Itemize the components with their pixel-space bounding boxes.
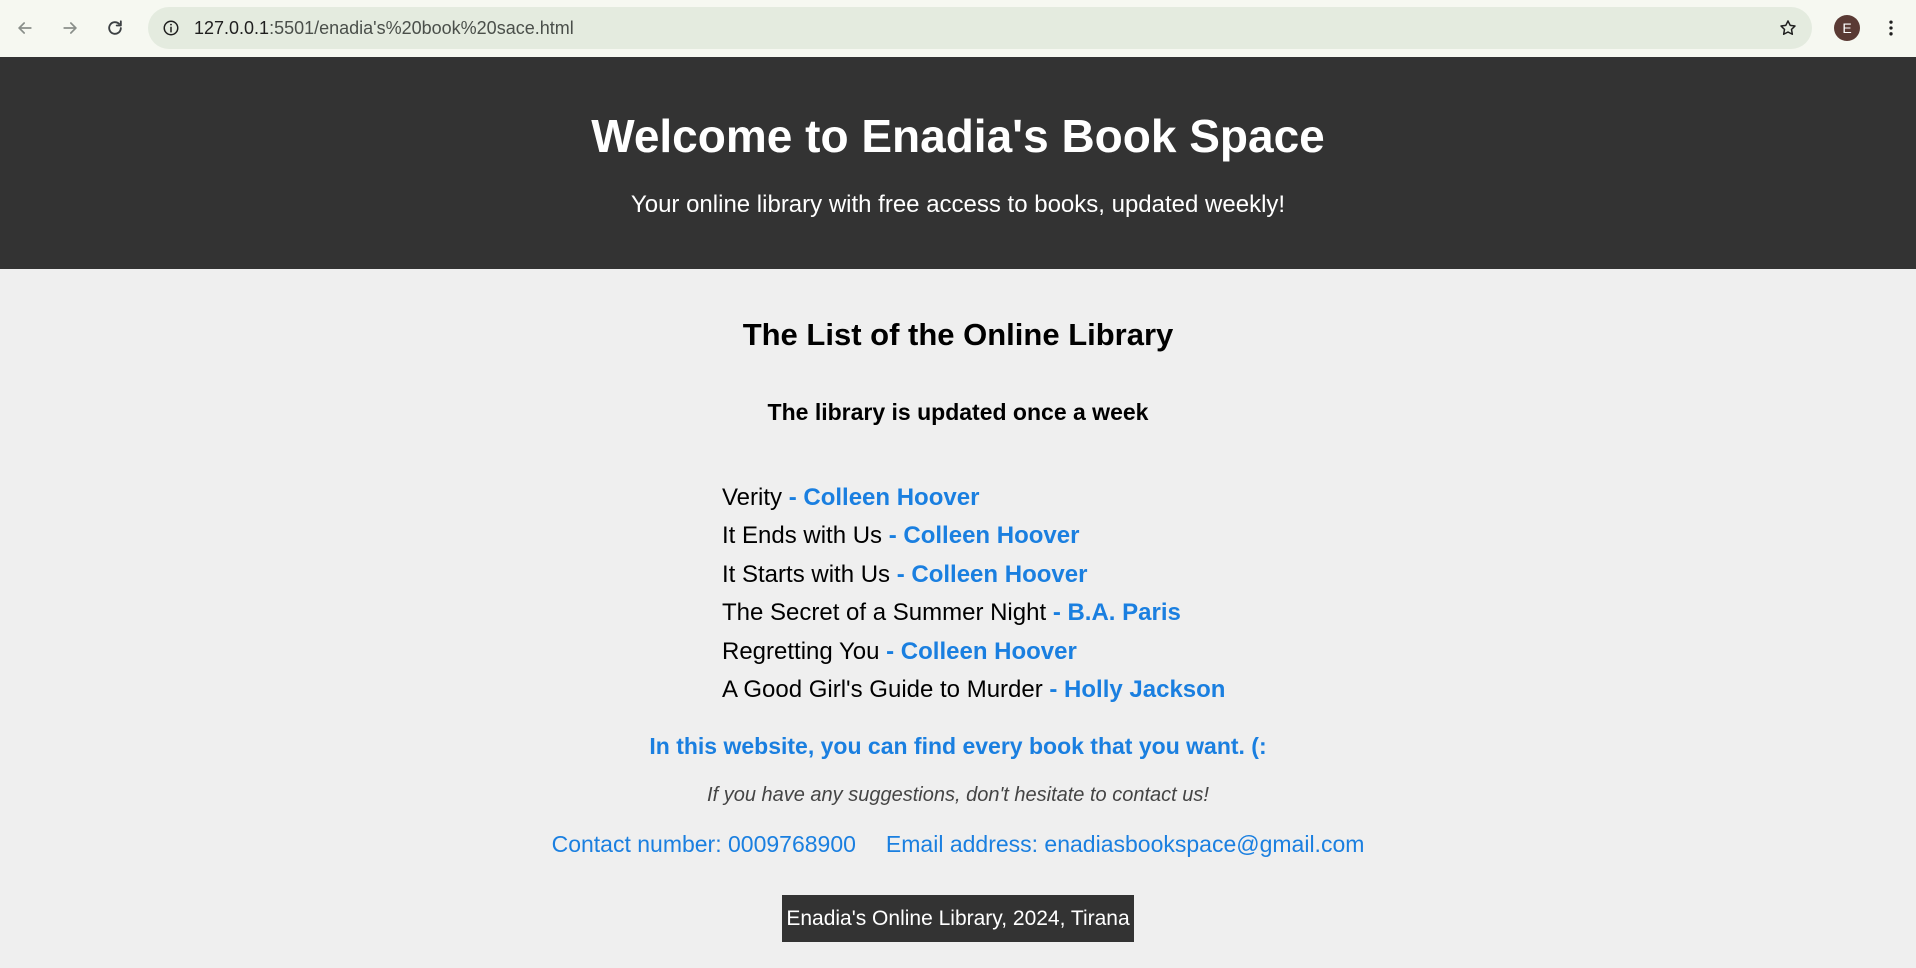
book-item: Verity - Colleen Hoover (722, 479, 1225, 517)
tagline: In this website, you can find every book… (649, 733, 1267, 759)
browser-toolbar: 127.0.0.1:5501/enadia's%20book%20sace.ht… (0, 0, 1916, 57)
address-bar[interactable]: 127.0.0.1:5501/enadia's%20book%20sace.ht… (148, 7, 1812, 49)
page-subtitle: Your online library with free access to … (630, 191, 1286, 218)
page-footer: Enadia's Online Library, 2024, Tirana (782, 895, 1134, 942)
book-item: Regretting You - Colleen Hoover (722, 633, 1225, 671)
book-title: A Good Girl's Guide to Murder (722, 675, 1043, 703)
book-author: - Colleen Hoover (896, 560, 1088, 588)
site-header: Welcome to Enadia's Book Space Your onli… (0, 57, 1916, 269)
url-host: 127.0.0.1 (194, 18, 270, 38)
reload-icon[interactable] (99, 12, 131, 44)
book-title: The Secret of a Summer Night (722, 599, 1047, 627)
library-list-heading: The List of the Online Library (742, 317, 1174, 352)
book-author: - Colleen Hoover (886, 637, 1077, 665)
kebab-menu-icon[interactable] (1877, 14, 1905, 42)
book-author: - Holly Jackson (1049, 675, 1226, 703)
url-path: :5501/enadia's%20book%20sace.html (269, 18, 574, 38)
book-item: A Good Girl's Guide to Murder - Holly Ja… (722, 671, 1225, 709)
book-author: - B.A. Paris (1052, 599, 1181, 627)
main-content: The List of the Online Library The libra… (0, 269, 1916, 968)
book-title: It Starts with Us (722, 560, 891, 588)
update-note: The library is updated once a week (767, 399, 1149, 425)
contact-info: Contact number: 0009768900 Email address:… (0, 833, 1916, 856)
book-title: Regretting You (722, 637, 880, 665)
book-item: It Ends with Us - Colleen Hoover (722, 517, 1225, 555)
book-author: - Colleen Hoover (888, 522, 1080, 550)
url-text[interactable]: 127.0.0.1:5501/enadia's%20book%20sace.ht… (194, 18, 574, 39)
book-title: It Ends with Us (722, 522, 883, 550)
page-title: Welcome to Enadia's Book Space (591, 110, 1325, 162)
star-icon[interactable] (1776, 16, 1800, 40)
book-title: Verity (722, 484, 783, 511)
book-list: Verity - Colleen Hoover It Ends with Us … (722, 479, 1225, 709)
book-item: It Starts with Us - Colleen Hoover (722, 556, 1225, 594)
book-author: - Colleen Hoover (788, 484, 980, 511)
arrow-left-icon[interactable] (9, 12, 41, 44)
book-item: The Secret of a Summer Night - B.A. Pari… (722, 594, 1225, 632)
contact-number: Contact number: 0009768900 (551, 831, 856, 857)
info-icon[interactable] (160, 17, 182, 39)
profile-avatar[interactable]: E (1834, 15, 1860, 41)
suggestion-text: If you have any suggestions, don't hesit… (707, 784, 1209, 806)
email-address: Email address: enadiasbookspace@gmail.co… (885, 831, 1365, 857)
arrow-right-icon[interactable] (54, 12, 86, 44)
